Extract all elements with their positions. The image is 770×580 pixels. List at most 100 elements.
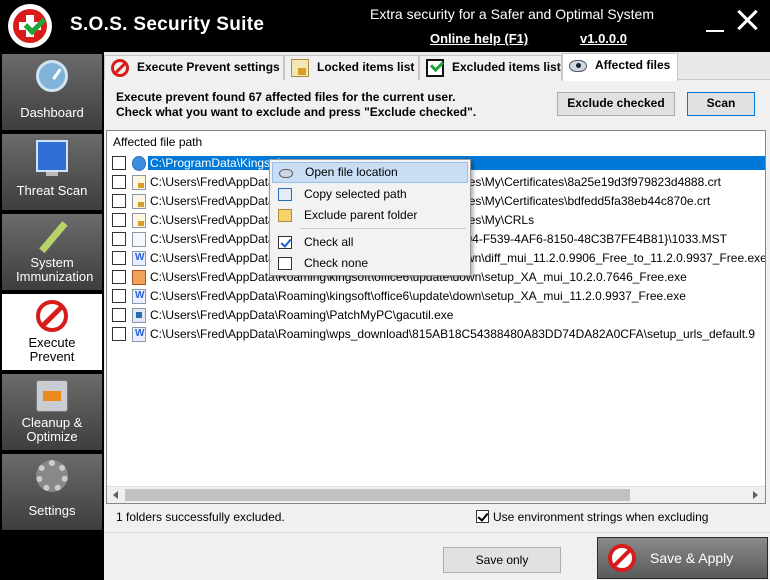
app-title: S.O.S. Security Suite [70,14,265,35]
save-apply-button[interactable]: Save & Apply [597,537,768,579]
row-checkbox[interactable] [112,213,126,227]
sidebar-item-threat-scan[interactable]: Threat Scan [2,134,102,212]
menu-item-open-file-location[interactable]: Open file location [272,162,468,183]
context-menu: Open file location Copy selected path Ex… [269,159,471,276]
sidebar-item-label: Threat Scan [16,183,88,198]
sidebar-item-cleanup-optimize[interactable]: Cleanup & Optimize [2,374,102,452]
no-entry-icon [111,59,129,77]
menu-item-exclude-parent-folder[interactable]: Exclude parent folder [272,205,468,226]
unchecked-box-icon [278,257,292,270]
row-checkbox[interactable] [112,270,126,284]
tab-execute-prevent-settings[interactable]: Execute Prevent settings [104,55,284,80]
menu-item-label: Exclude parent folder [304,208,418,222]
scroll-left-icon[interactable] [113,491,118,499]
tab-strip: Execute Prevent settings Locked items li… [104,52,770,81]
tab-excluded-items-list[interactable]: Excluded items list [419,55,562,80]
horizontal-scrollbar[interactable] [107,486,765,503]
checkbox-icon [426,59,444,77]
installer-icon [132,270,146,285]
menu-separator [300,228,466,229]
online-help-link[interactable]: Online help (F1) [430,31,528,46]
env-strings-label[interactable]: Use environment strings when excluding [493,510,708,524]
row-checkbox[interactable] [112,156,126,170]
title-bar: S.O.S. Security Suite Extra security for… [0,0,770,52]
copy-icon [278,188,292,201]
version-link[interactable]: v1.0.0.0 [580,31,627,46]
menu-item-label: Open file location [305,165,398,179]
monitor-icon [36,140,68,176]
toolbox-icon [36,380,68,412]
sidebar-item-system-immunization[interactable]: System Immunization [2,214,102,292]
tab-label: Affected files [595,58,671,72]
env-strings-checkbox[interactable] [476,510,489,523]
menu-item-label: Check none [304,256,369,270]
app-logo-icon [8,4,52,48]
exe-icon [132,308,146,323]
sidebar-item-label: Settings [28,503,76,518]
tab-label: Locked items list [317,60,415,74]
info-text: Execute prevent found 67 affected files … [116,90,476,120]
sidebar-item-label: Dashboard [20,105,84,120]
tab-label: Excluded items list [452,60,561,74]
tab-locked-items-list[interactable]: Locked items list [284,55,419,80]
checked-box-icon [278,236,292,249]
gear-icon [36,460,68,492]
column-header: Affected file path [113,135,203,149]
tab-affected-files[interactable]: Affected files [562,53,678,81]
wps-icon [132,289,146,304]
save-apply-label: Save & Apply [650,550,734,566]
table-row[interactable]: C:\Users\Fred\AppData\Roaming\wps_downlo… [110,325,765,344]
folder-icon [132,156,146,171]
lock-icon [291,59,309,77]
file-path: C:\Users\Fred\AppData\Roaming\kingsoft\o… [150,289,686,303]
menu-item-check-all[interactable]: Check all [272,232,468,253]
scan-button[interactable]: Scan [687,92,755,116]
info-line: Execute prevent found 67 affected files … [116,90,456,104]
menu-item-check-none[interactable]: Check none [272,253,468,274]
no-entry-icon [36,300,68,332]
syringe-icon [36,220,68,252]
close-icon[interactable] [736,9,758,31]
no-entry-icon [608,544,636,572]
app-tagline: Extra security for a Safer and Optimal S… [370,6,654,22]
main-panel: Execute Prevent settings Locked items li… [104,52,770,580]
row-checkbox[interactable] [112,175,126,189]
row-checkbox[interactable] [112,308,126,322]
info-line: Check what you want to exclude and press… [116,105,477,119]
row-checkbox[interactable] [112,327,126,341]
file-path: C:\Users\Fred\AppData\Roaming\wps_downlo… [150,327,756,341]
file-path: C:\Users\Fred\AppData\Roaming\PatchMyPC\… [150,308,454,322]
scrollbar-thumb[interactable] [125,489,630,501]
row-checkbox[interactable] [112,251,126,265]
wps-icon [132,327,146,342]
menu-item-copy-selected-path[interactable]: Copy selected path [272,184,468,205]
eye-icon [279,169,293,178]
file-icon [132,232,146,247]
scroll-right-icon[interactable] [753,491,758,499]
status-text: 1 folders successfully excluded. [116,510,285,524]
save-only-button[interactable]: Save only [443,547,561,573]
sidebar-item-label: Execute Prevent [28,335,76,364]
footer-bar: Save only Save & Apply [104,532,770,580]
sidebar-item-dashboard[interactable]: Dashboard [2,54,102,132]
row-checkbox[interactable] [112,289,126,303]
sidebar: Dashboard Threat Scan System Immunizatio… [0,52,104,580]
sidebar-item-label: System Immunization [16,255,94,284]
sidebar-item-execute-prevent[interactable]: Execute Prevent [2,294,102,372]
menu-item-label: Check all [304,235,354,249]
certificate-icon [132,213,146,228]
folder-icon [278,209,292,222]
sidebar-item-settings[interactable]: Settings [2,454,102,532]
row-checkbox[interactable] [112,232,126,246]
tab-label: Execute Prevent settings [137,60,280,74]
wps-icon [132,251,146,266]
table-row[interactable]: C:\Users\Fred\AppData\Roaming\PatchMyPC\… [110,306,765,325]
minimize-icon[interactable] [706,14,724,32]
certificate-icon [132,175,146,190]
certificate-icon [132,194,146,209]
row-checkbox[interactable] [112,194,126,208]
exclude-checked-button[interactable]: Exclude checked [557,92,675,116]
table-row[interactable]: C:\Users\Fred\AppData\Roaming\kingsoft\o… [110,287,765,306]
menu-item-label: Copy selected path [304,187,407,201]
eye-icon [569,60,587,72]
